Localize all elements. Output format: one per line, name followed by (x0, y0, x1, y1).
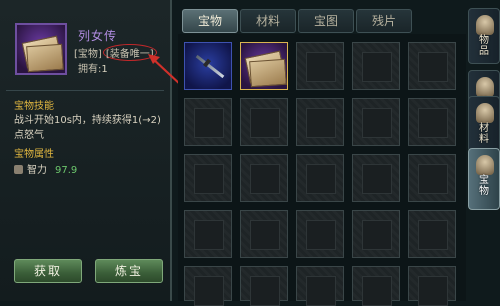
side-tab-materials[interactable]: 材料 (468, 96, 500, 152)
side-tab-label: 材料 (479, 123, 489, 145)
book-icon (15, 23, 67, 75)
inventory-slot[interactable] (408, 42, 456, 90)
inventory-slot[interactable] (352, 210, 400, 258)
inventory-slot-selected[interactable] (240, 42, 288, 90)
inventory-grid (178, 34, 466, 306)
inventory-slot[interactable] (296, 154, 344, 202)
inventory-slot[interactable] (240, 98, 288, 146)
tab-materials[interactable]: 材料 (240, 9, 296, 33)
item-tags: [宝物] [装备唯一] (74, 44, 157, 61)
side-tab-items[interactable]: 物品 (468, 8, 500, 64)
owned-count: 拥有:1 (78, 60, 108, 75)
attribute-name: 智力 (27, 165, 47, 176)
inventory-slot[interactable] (408, 98, 456, 146)
skill-description: 战斗开始10s内，持续获得1(→2)点怒气 (14, 115, 161, 141)
refine-button[interactable]: 炼宝 (95, 259, 163, 283)
inventory-slot[interactable] (184, 266, 232, 306)
inventory-slot[interactable] (352, 98, 400, 146)
inventory-slot[interactable] (296, 266, 344, 306)
inventory-slot[interactable] (184, 42, 232, 90)
inventory-slot[interactable] (296, 98, 344, 146)
inventory-slot[interactable] (296, 42, 344, 90)
book-page (26, 43, 64, 73)
divider (6, 90, 164, 91)
treasure-icon (476, 155, 494, 175)
inventory-slot[interactable] (184, 210, 232, 258)
side-tab-label: 宝物 (479, 175, 489, 197)
intellect-icon (14, 165, 23, 174)
sword-icon (195, 54, 225, 79)
inventory-slot[interactable] (408, 266, 456, 306)
attribute-row: 智力 97.9 (14, 161, 77, 176)
treasure-detail-panel: 列女传 [宝物] [装备唯一] 拥有:1 宝物技能 战斗开始10s内，持续获得1(… (0, 0, 183, 301)
side-tab-treasure[interactable]: 宝物 (468, 148, 500, 210)
tab-treasure[interactable]: 宝物 (182, 9, 238, 33)
inventory-slot[interactable] (296, 210, 344, 258)
owned-label: 拥有: (78, 64, 102, 75)
material-icon (476, 103, 494, 123)
skill-section-title: 宝物技能 (14, 101, 54, 112)
attribute-value: 97.9 (55, 165, 78, 176)
tab-treasure-map[interactable]: 宝图 (298, 9, 354, 33)
inventory-slot[interactable] (240, 266, 288, 306)
side-tab-label: 物品 (479, 35, 489, 57)
obtain-button[interactable]: 获取 (14, 259, 82, 283)
attribute-section-title: 宝物属性 (14, 149, 54, 160)
side-category-tabs: 物品 装备 材料 宝物 (468, 8, 500, 301)
tab-fragments[interactable]: 残片 (356, 9, 412, 33)
hero-icon (476, 15, 494, 35)
book-page (249, 58, 287, 88)
armor-icon (476, 77, 494, 97)
inventory-slot[interactable] (240, 210, 288, 258)
inventory-slot[interactable] (352, 42, 400, 90)
inventory-slot[interactable] (408, 154, 456, 202)
inventory-slot[interactable] (240, 154, 288, 202)
owned-number: 1 (101, 64, 108, 75)
inventory-slot[interactable] (352, 154, 400, 202)
inventory-slot[interactable] (184, 98, 232, 146)
item-type-tag: [宝物] (74, 49, 102, 60)
inventory-slot[interactable] (184, 154, 232, 202)
inventory-slot[interactable] (408, 210, 456, 258)
item-name: 列女传 (78, 29, 118, 43)
inventory-slot[interactable] (352, 266, 400, 306)
